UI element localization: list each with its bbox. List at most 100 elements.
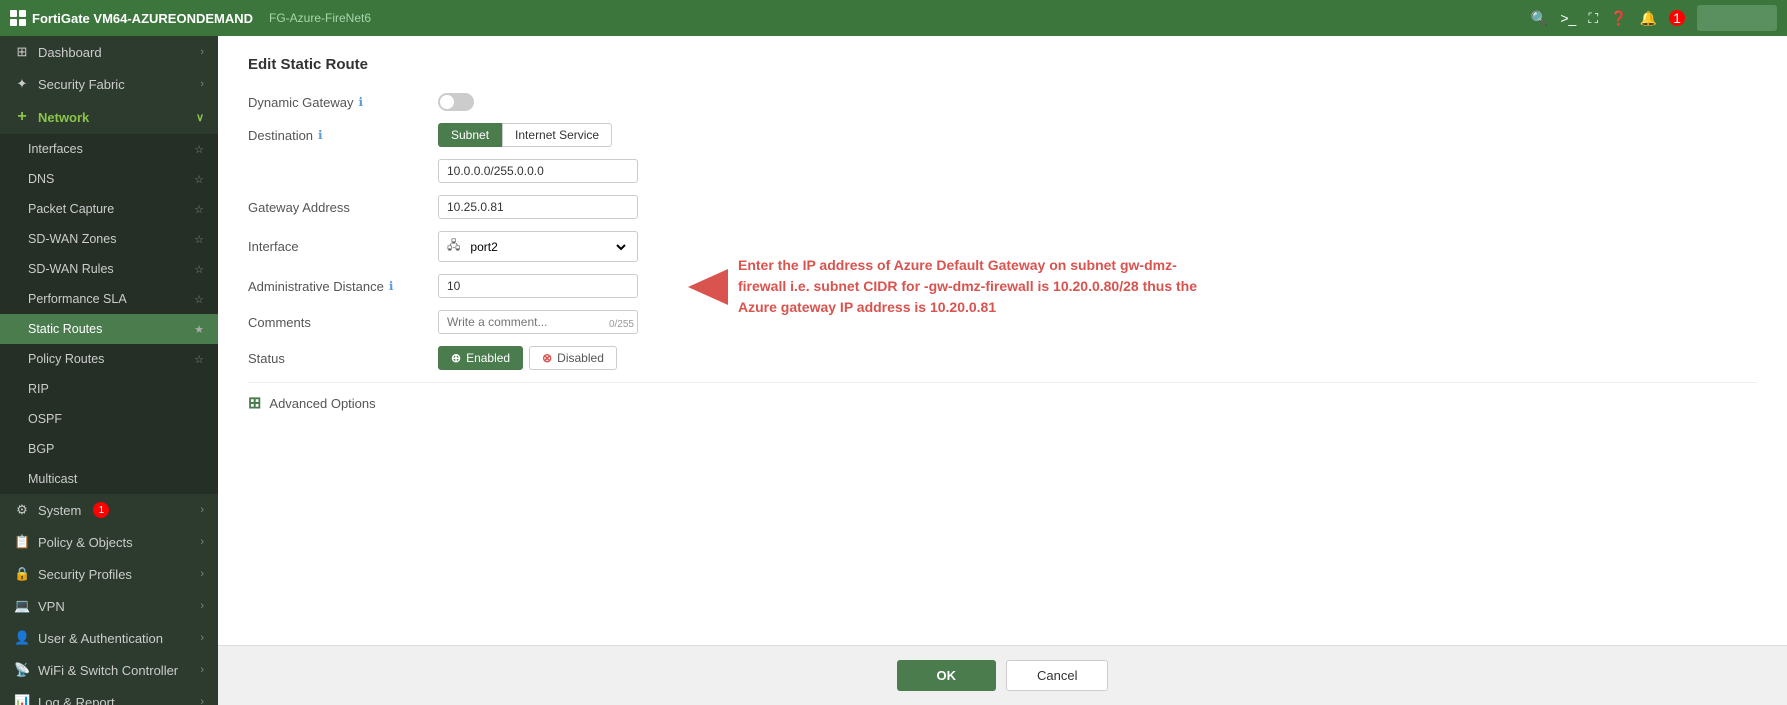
layout: ⊞ Dashboard › ✦ Security Fabric › + Netw… [0,36,1787,705]
sidebar-item-user-auth[interactable]: 👤 User & Authentication › [0,622,218,654]
help-icon[interactable]: ❓ [1610,10,1627,27]
enabled-button[interactable]: ⊕ Enabled [438,346,523,370]
sidebar-label-log-report: Log & Report [38,695,115,705]
star-icon[interactable]: ☆ [194,293,204,306]
sidebar-item-wifi[interactable]: 📡 WiFi & Switch Controller › [0,654,218,686]
admin-distance-input[interactable] [438,274,638,298]
star-icon[interactable]: ☆ [194,143,204,156]
sidebar-item-security-fabric[interactable]: ✦ Security Fabric › [0,68,218,100]
sidebar-item-packet-capture[interactable]: Packet Capture ☆ [0,194,218,224]
star-icon[interactable]: ☆ [194,353,204,366]
chevron-icon: › [200,568,204,580]
vpn-icon: 💻 [14,598,30,614]
chevron-icon: › [200,504,204,516]
sidebar-item-vpn[interactable]: 💻 VPN › [0,590,218,622]
search-icon[interactable]: 🔍 [1531,10,1548,27]
notification-badge: 1 [1669,10,1685,26]
comments-input-wrap: 0/255 [438,310,638,334]
ok-button[interactable]: OK [897,660,997,691]
sidebar-item-dns[interactable]: DNS ☆ [0,164,218,194]
x-icon: ⊗ [542,351,552,365]
app-title: FortiGate VM64-AZUREONDEMAND [32,11,253,26]
interface-row: Interface 🖧 port2 [248,231,1757,262]
disabled-button[interactable]: ⊗ Disabled [529,346,617,370]
gateway-address-input[interactable] [438,195,638,219]
security-fabric-icon: ✦ [14,76,30,92]
sidebar-label-ospf: OSPF [28,412,62,426]
expand-icon[interactable]: ⛶ [1588,10,1598,27]
sidebar-item-security-profiles[interactable]: 🔒 Security Profiles › [0,558,218,590]
destination-row: Destination ℹ Subnet Internet Service [248,123,1757,147]
chevron-icon: › [200,632,204,644]
chevron-icon: › [200,600,204,612]
internet-service-button[interactable]: Internet Service [502,123,612,147]
sidebar-item-system[interactable]: ⚙ System 1 › [0,494,218,526]
star-icon[interactable]: ☆ [194,233,204,246]
sidebar-label-packet-capture: Packet Capture [28,202,114,216]
destination-info-icon[interactable]: ℹ [318,128,323,142]
sidebar-item-policy-objects[interactable]: 📋 Policy & Objects › [0,526,218,558]
gateway-address-label: Gateway Address [248,200,428,215]
sidebar-item-log-report[interactable]: 📊 Log & Report › [0,686,218,705]
advanced-options-label: Advanced Options [269,396,375,411]
interface-label: Interface [248,239,428,254]
wifi-icon: 📡 [14,662,30,678]
sidebar-item-static-routes[interactable]: Static Routes ★ [0,314,218,344]
sidebar-item-interfaces[interactable]: Interfaces ☆ [0,134,218,164]
chevron-icon: › [200,536,204,548]
sidebar-item-rip[interactable]: RIP [0,374,218,404]
sidebar-label-wifi: WiFi & Switch Controller [38,663,178,678]
sidebar-item-network[interactable]: + Network ∨ [0,100,218,134]
gateway-address-row: Gateway Address Enter the IP address of … [248,195,1757,219]
plus-icon: ⊕ [451,351,461,365]
sidebar-item-ospf[interactable]: OSPF [0,404,218,434]
comments-row: Comments 0/255 [248,310,1757,334]
sidebar-label-vpn: VPN [38,599,65,614]
comment-counter: 0/255 [609,319,634,330]
action-bar: OK Cancel [218,645,1787,705]
comments-label: Comments [248,315,428,330]
bell-icon[interactable]: 🔔 [1640,10,1657,27]
topbar-right: 🔍 >_ ⛶ ❓ 🔔 1 [1531,5,1777,31]
advanced-options-row[interactable]: ⊞ Advanced Options [248,382,1757,423]
subnet-button[interactable]: Subnet [438,123,502,147]
sidebar-label-network: Network [38,110,89,125]
sidebar-label-sdwan-rules: SD-WAN Rules [28,262,114,276]
sidebar-label-policy-routes: Policy Routes [28,352,104,366]
star-icon[interactable]: ☆ [194,173,204,186]
sidebar-item-dashboard[interactable]: ⊞ Dashboard › [0,36,218,68]
chevron-icon: › [200,46,204,58]
sidebar-item-performance-sla[interactable]: Performance SLA ☆ [0,284,218,314]
sidebar-label-interfaces: Interfaces [28,142,83,156]
dynamic-gateway-info-icon[interactable]: ℹ [358,95,363,109]
admin-distance-row: Administrative Distance ℹ [248,274,1757,298]
dynamic-gateway-toggle[interactable] [438,93,474,111]
sidebar-label-static-routes: Static Routes [28,322,102,336]
logo: FortiGate VM64-AZUREONDEMAND [10,10,253,26]
destination-value-input[interactable] [438,159,638,183]
system-badge: 1 [93,502,109,518]
sidebar-item-sdwan-zones[interactable]: SD-WAN Zones ☆ [0,224,218,254]
topbar: FortiGate VM64-AZUREONDEMAND FG-Azure-Fi… [0,0,1787,36]
sidebar-label-security-fabric: Security Fabric [38,77,125,92]
sidebar-item-policy-routes[interactable]: Policy Routes ☆ [0,344,218,374]
terminal-icon[interactable]: >_ [1560,10,1576,26]
star-icon[interactable]: ☆ [194,203,204,216]
cancel-button[interactable]: Cancel [1006,660,1108,691]
main-content: Edit Static Route Dynamic Gateway ℹ Dest… [218,36,1787,705]
interface-dropdown[interactable]: port2 [466,239,629,255]
chevron-down-icon: ∨ [196,111,204,124]
user-button[interactable] [1697,5,1777,31]
admin-distance-info-icon[interactable]: ℹ [389,279,394,293]
sidebar-item-bgp[interactable]: BGP [0,434,218,464]
logo-grid-icon [10,10,26,26]
sidebar-item-sdwan-rules[interactable]: SD-WAN Rules ☆ [0,254,218,284]
star-icon[interactable]: ★ [194,323,204,336]
star-icon[interactable]: ☆ [194,263,204,276]
sidebar-item-multicast[interactable]: Multicast [0,464,218,494]
chevron-icon: › [200,664,204,676]
interface-select[interactable]: 🖧 port2 [438,231,638,262]
interface-icon: 🖧 [447,236,460,257]
policy-icon: 📋 [14,534,30,550]
sidebar-label-performance-sla: Performance SLA [28,292,127,306]
